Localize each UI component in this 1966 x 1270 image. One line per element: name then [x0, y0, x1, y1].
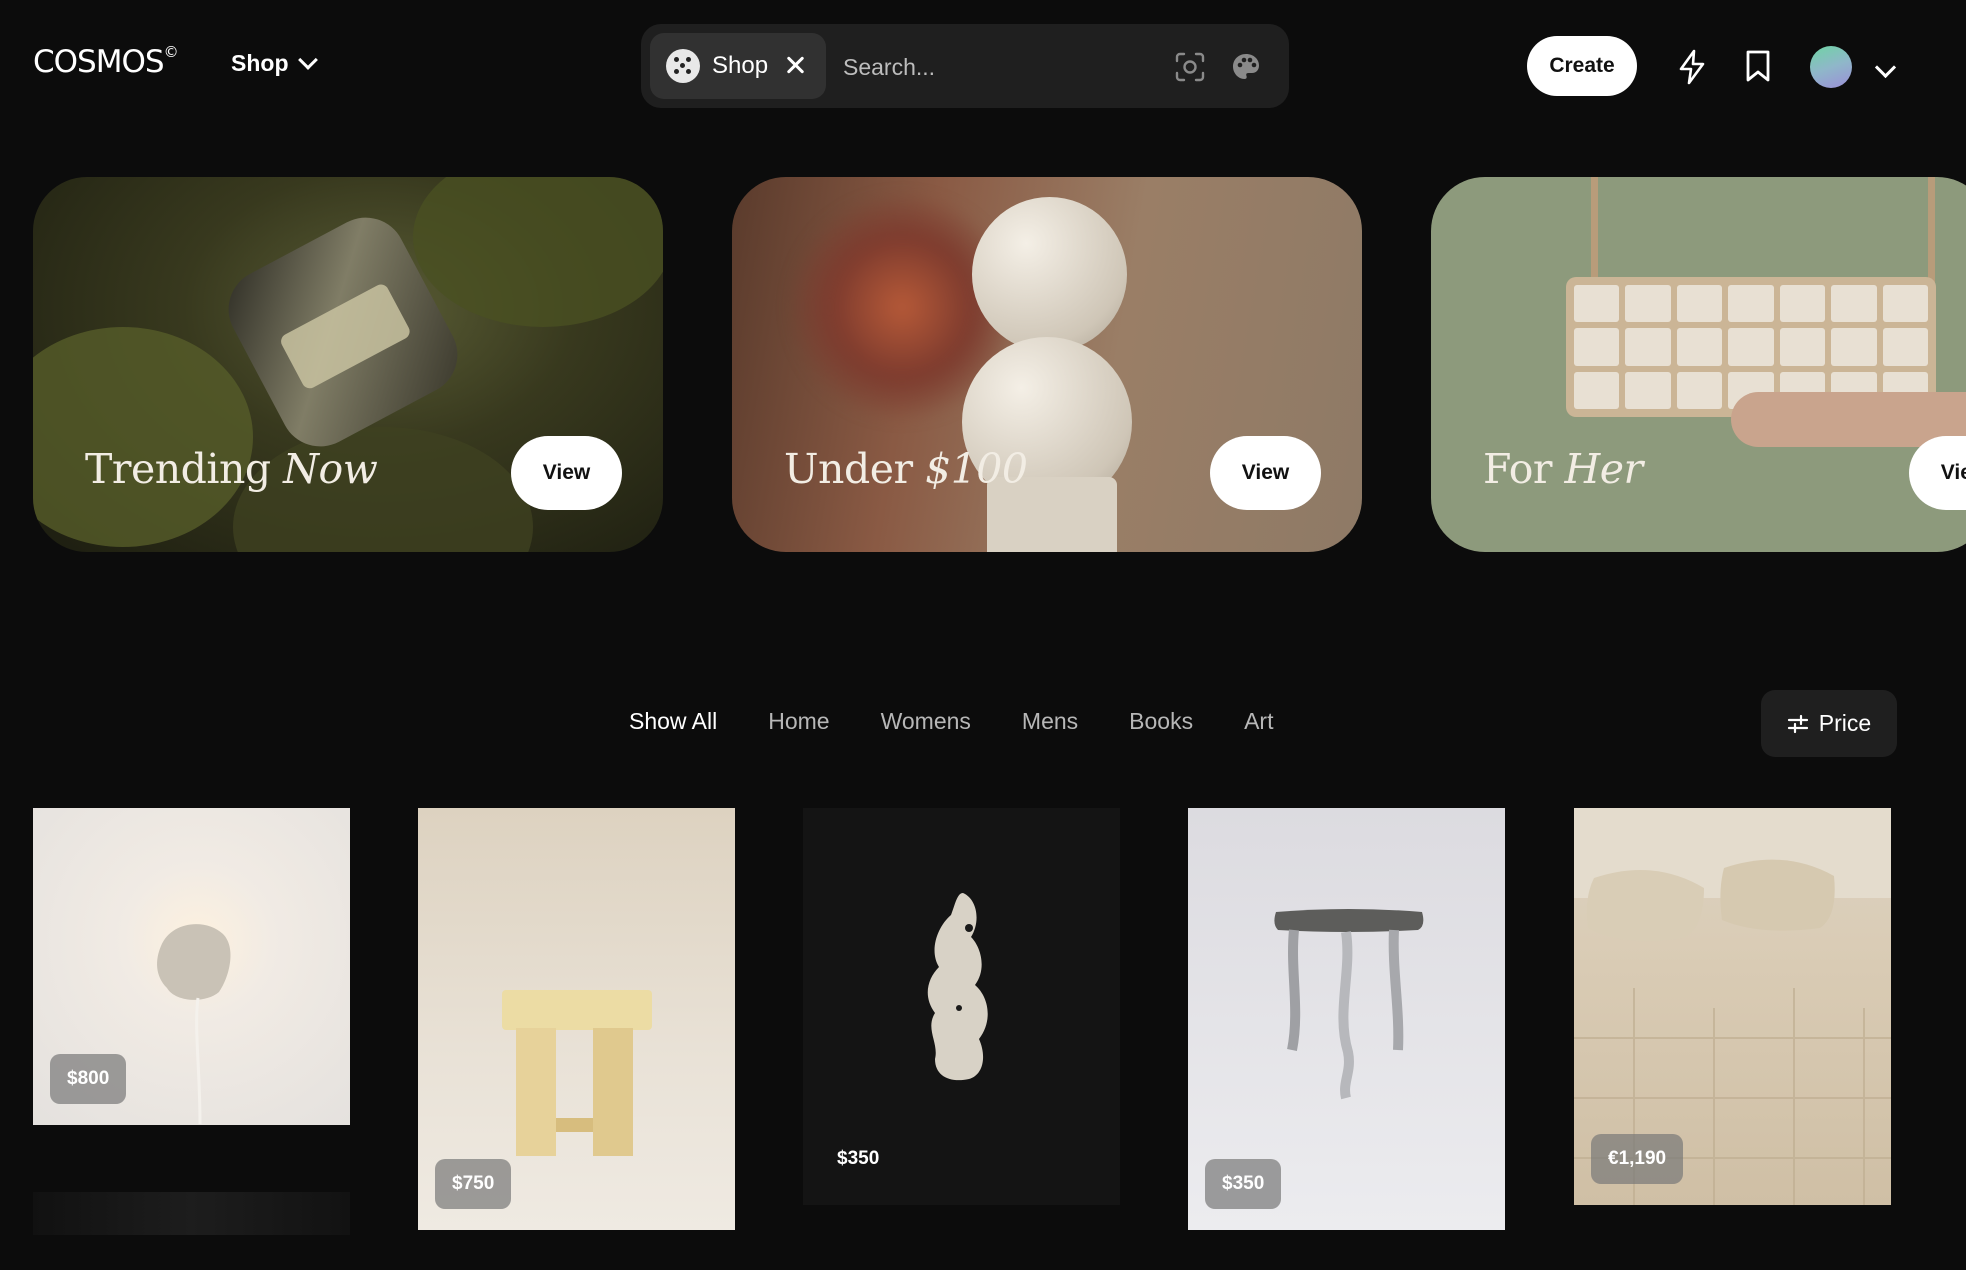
price-tag: $750: [435, 1159, 512, 1209]
product-card[interactable]: $350: [1188, 808, 1505, 1230]
bookmark-icon[interactable]: [1745, 49, 1771, 83]
chevron-down-icon: [297, 49, 318, 70]
view-button[interactable]: View: [1909, 436, 1966, 510]
bolt-icon[interactable]: [1677, 49, 1707, 85]
filter-show-all[interactable]: Show All: [629, 708, 717, 735]
search-chip-label: Shop: [712, 52, 769, 79]
chevron-down-icon[interactable]: [1874, 56, 1897, 79]
search-bar: Shop: [641, 24, 1289, 108]
hero-card-trending[interactable]: Trending Now View: [33, 177, 663, 552]
logo[interactable]: COSMOS©: [33, 42, 179, 80]
product-card-partial[interactable]: [33, 1192, 350, 1235]
lens-icon[interactable]: [1174, 51, 1206, 83]
filter-home[interactable]: Home: [768, 708, 829, 735]
palette-icon[interactable]: [1230, 51, 1262, 83]
sliders-icon: [1787, 714, 1808, 733]
logo-text: COSMOS: [33, 44, 165, 80]
product-card[interactable]: €1,190: [1574, 808, 1891, 1205]
hero-card-for-her[interactable]: For Her View: [1431, 177, 1966, 552]
shop-menu-label: Shop: [231, 50, 289, 76]
filter-art[interactable]: Art: [1244, 708, 1273, 735]
dots-icon: [666, 49, 700, 83]
category-filters: Show All Home Womens Mens Books Art: [629, 708, 1273, 735]
filter-books[interactable]: Books: [1129, 708, 1193, 735]
close-icon[interactable]: [782, 51, 810, 79]
filter-mens[interactable]: Mens: [1022, 708, 1078, 735]
hero-card-under-100[interactable]: Under $100 View: [732, 177, 1362, 552]
price-tag: $350: [1205, 1159, 1282, 1209]
hero-title: Trending Now: [85, 445, 378, 493]
price-filter-button[interactable]: Price: [1761, 690, 1897, 757]
price-filter-label: Price: [1818, 710, 1872, 736]
search-input[interactable]: [841, 40, 1165, 94]
create-button[interactable]: Create: [1527, 36, 1637, 96]
price-tag: €1,190: [1591, 1134, 1684, 1184]
price-tag: $800: [50, 1054, 127, 1104]
logo-mark: ©: [163, 42, 179, 61]
avatar[interactable]: [1810, 46, 1852, 88]
product-card[interactable]: $750: [418, 808, 735, 1230]
price-tag: $350: [837, 1148, 880, 1169]
shop-menu[interactable]: Shop: [231, 49, 318, 77]
product-card[interactable]: $800: [33, 808, 350, 1125]
view-button[interactable]: View: [1210, 436, 1321, 510]
hero-title: Under $100: [784, 445, 1028, 493]
product-card[interactable]: $350: [803, 808, 1120, 1205]
filter-womens[interactable]: Womens: [881, 708, 971, 735]
hero-title: For Her: [1483, 445, 1643, 493]
search-scope-chip[interactable]: Shop: [650, 33, 826, 99]
view-button[interactable]: View: [511, 436, 622, 510]
